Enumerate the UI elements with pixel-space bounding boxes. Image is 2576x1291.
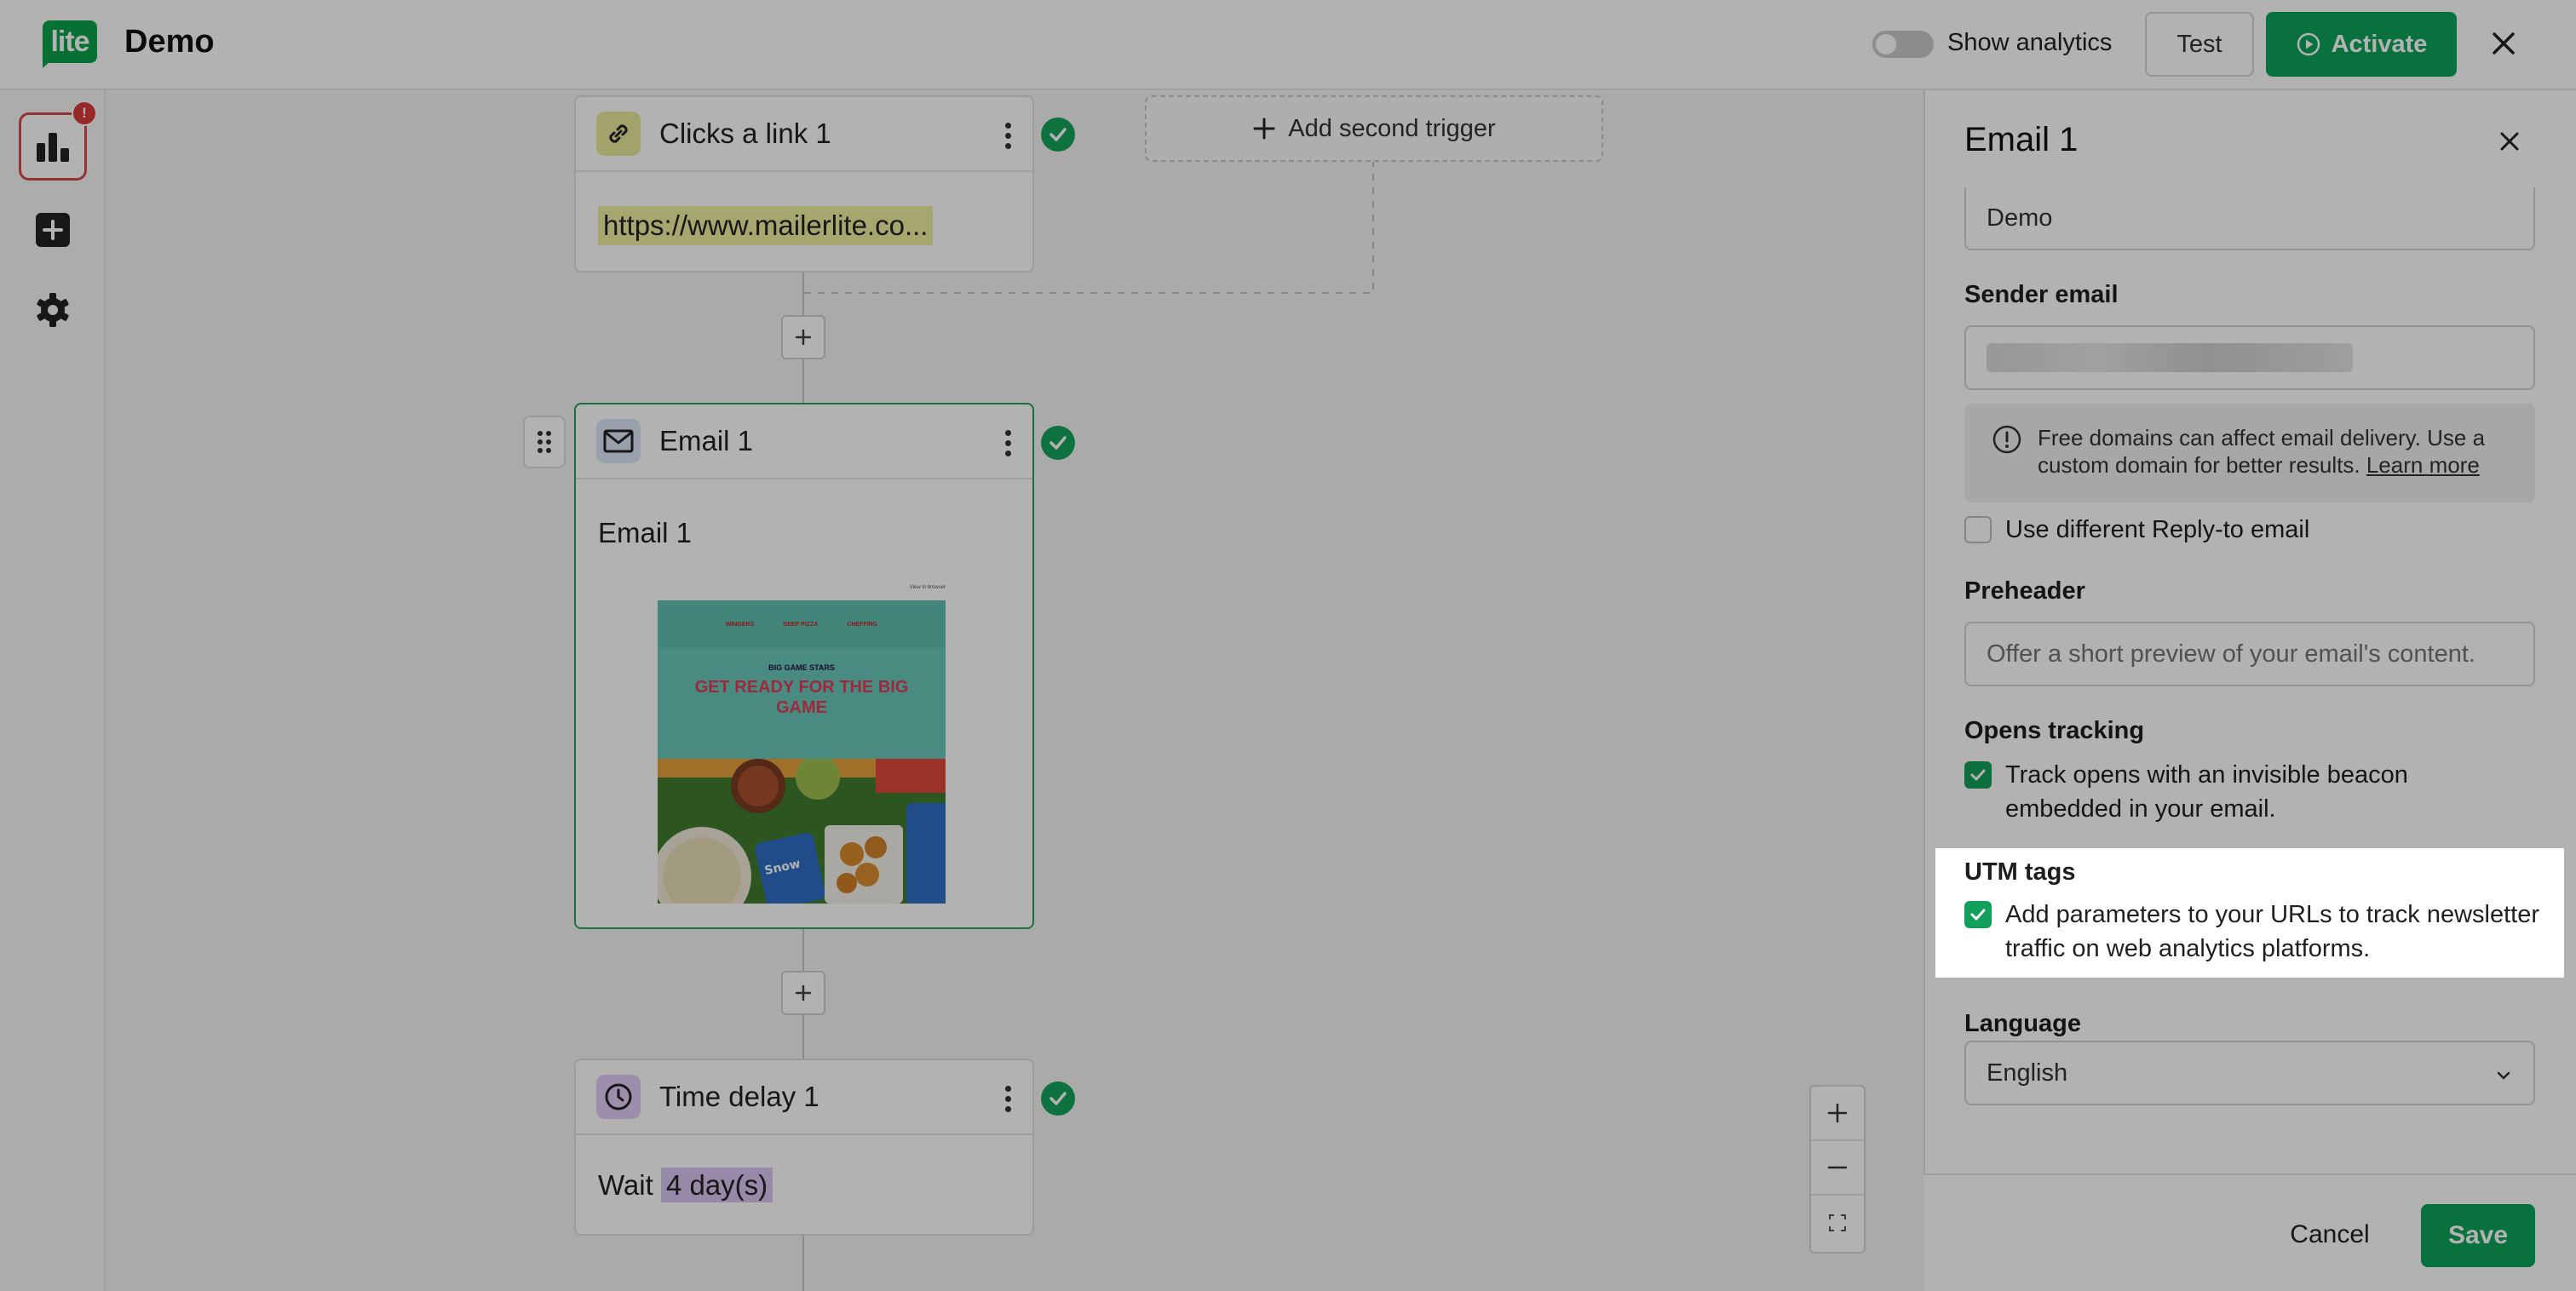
language-select[interactable]: English	[1964, 1041, 2535, 1105]
preview-headline: GET READY FOR THE BIG GAME	[694, 678, 909, 717]
plus-icon	[1827, 1103, 1848, 1123]
language-label: Language	[1964, 1010, 2081, 1037]
opens-tracking-label: Opens tracking	[1964, 717, 2145, 744]
chevron-down-icon	[2497, 1071, 2510, 1080]
sender-name-field[interactable]: Demo	[1964, 187, 2535, 250]
email-card-header: Email 1	[576, 405, 1032, 479]
automation-title[interactable]: Demo	[124, 24, 215, 60]
preview-nav-item: WINGERS	[725, 621, 755, 628]
bar-chart-icon	[37, 133, 69, 162]
wait-label: Wait	[598, 1169, 653, 1201]
clock-icon	[596, 1075, 641, 1119]
trigger-status-check-icon	[1041, 118, 1075, 152]
language-value: English	[1987, 1059, 2068, 1087]
preview-nav: WINGERS DEEP PIZZA CHEFFING	[658, 600, 946, 648]
toggle-knob	[1876, 34, 1896, 55]
info-circle-icon	[1992, 424, 2022, 455]
free-domain-notice: Free domains can affect email delivery. …	[1964, 404, 2535, 502]
preview-nav-item: DEEP PIZZA	[783, 621, 819, 628]
opens-tracking-text: Track opens with an invisible beacon emb…	[2005, 761, 2408, 823]
utm-tags-label: UTM tags	[1964, 858, 2076, 886]
minus-icon	[1827, 1166, 1848, 1169]
trigger-title: Clicks a link 1	[659, 118, 831, 149]
fit-to-screen-button[interactable]	[1811, 1196, 1864, 1250]
sender-email-label: Sender email	[1964, 281, 2119, 308]
logo-tail	[43, 56, 56, 68]
learn-more-link[interactable]: Learn more	[2366, 452, 2480, 478]
utm-tags-text: Add parameters to your URLs to track new…	[2005, 901, 2539, 962]
trigger-card[interactable]: Clicks a link 1 https://www.mailerlite.c…	[574, 95, 1034, 273]
fit-screen-icon	[1829, 1214, 1846, 1231]
drag-handle-icon[interactable]	[523, 416, 566, 468]
email-subject: Email 1	[598, 517, 693, 548]
zoom-out-button[interactable]	[1811, 1141, 1864, 1196]
settings-button[interactable]	[32, 290, 73, 330]
preview-browser-link: View in browser	[909, 585, 946, 590]
email-preview-thumbnail[interactable]: View in browser WINGERS DEEP PIZZA CHEFF…	[658, 582, 946, 905]
email-status-check-icon	[1041, 426, 1075, 460]
preview-food-image: Snow	[658, 759, 946, 904]
sender-email-field[interactable]	[1964, 325, 2535, 390]
insert-step-button[interactable]	[781, 315, 825, 359]
preview-eyebrow: BIG GAME STARS	[768, 663, 835, 672]
zoom-in-button[interactable]	[1811, 1087, 1864, 1141]
notification-badge: !	[72, 100, 97, 126]
email-step-card[interactable]: Email 1 Email 1 View in browser WINGERS …	[574, 403, 1034, 929]
preview-nav-item: CHEFFING	[847, 621, 878, 628]
link-icon	[596, 112, 641, 156]
add-second-trigger-label: Add second trigger	[1288, 114, 1496, 142]
time-delay-menu-icon[interactable]	[1005, 1086, 1012, 1115]
activate-button[interactable]: Activate	[2266, 12, 2457, 77]
close-editor-icon[interactable]	[2481, 20, 2527, 66]
plus-icon	[795, 329, 812, 346]
preheader-input[interactable]	[1964, 622, 2535, 686]
test-button[interactable]: Test	[2145, 12, 2254, 77]
left-rail	[0, 90, 106, 1291]
check-icon	[1970, 909, 1986, 921]
save-button-label: Save	[2447, 1221, 2509, 1249]
reply-to-checkbox[interactable]	[1964, 516, 1992, 543]
sender-name-value: Demo	[1987, 204, 2053, 232]
play-circle-icon	[2297, 32, 2320, 56]
cancel-button[interactable]: Cancel	[2283, 1204, 2377, 1265]
wait-summary: Wait 4 day(s)	[598, 1168, 773, 1202]
show-analytics-label: Show analytics	[1947, 29, 2113, 56]
trigger-link: https://www.mailerlite.co...	[598, 206, 934, 245]
sender-email-redacted	[1987, 343, 2353, 372]
utm-tags-checkbox[interactable]	[1964, 901, 1992, 928]
gear-icon	[37, 293, 69, 327]
plus-square-icon	[36, 213, 70, 247]
panel-title: Email 1	[1964, 121, 2079, 158]
cancel-button-label: Cancel	[2290, 1220, 2370, 1248]
trigger-card-header: Clicks a link 1	[576, 97, 1032, 172]
preview-hero: BIG GAME STARS GET READY FOR THE BIG GAM…	[658, 648, 946, 904]
check-icon	[1970, 769, 1986, 781]
time-delay-title: Time delay 1	[659, 1081, 819, 1112]
wait-value: 4 day(s)	[660, 1168, 773, 1202]
zoom-controls	[1809, 1085, 1866, 1254]
time-delay-card[interactable]: Time delay 1 Wait 4 day(s)	[574, 1059, 1034, 1236]
envelope-icon	[596, 419, 641, 463]
insert-step-button[interactable]	[781, 971, 825, 1015]
save-button[interactable]: Save	[2421, 1204, 2535, 1267]
preheader-label: Preheader	[1964, 577, 2085, 605]
connector-line	[802, 1236, 804, 1291]
add-step-button[interactable]	[32, 209, 73, 250]
activate-button-label: Activate	[2331, 30, 2428, 58]
add-second-trigger-button[interactable]: Add second trigger	[1145, 95, 1603, 162]
trigger-menu-icon[interactable]	[1005, 123, 1012, 152]
email-step-menu-icon[interactable]	[1005, 430, 1012, 459]
time-delay-header: Time delay 1	[576, 1060, 1032, 1135]
delay-status-check-icon	[1041, 1082, 1075, 1116]
email-step-title: Email 1	[659, 425, 754, 456]
plus-icon	[795, 984, 812, 1001]
email-settings-panel	[1923, 90, 2576, 1291]
close-panel-icon[interactable]	[2491, 123, 2528, 160]
plus-icon	[1253, 118, 1275, 140]
opens-tracking-checkbox[interactable]	[1964, 761, 1992, 789]
reply-to-label: Use different Reply-to email	[2005, 516, 2310, 543]
test-button-label: Test	[2176, 30, 2222, 58]
